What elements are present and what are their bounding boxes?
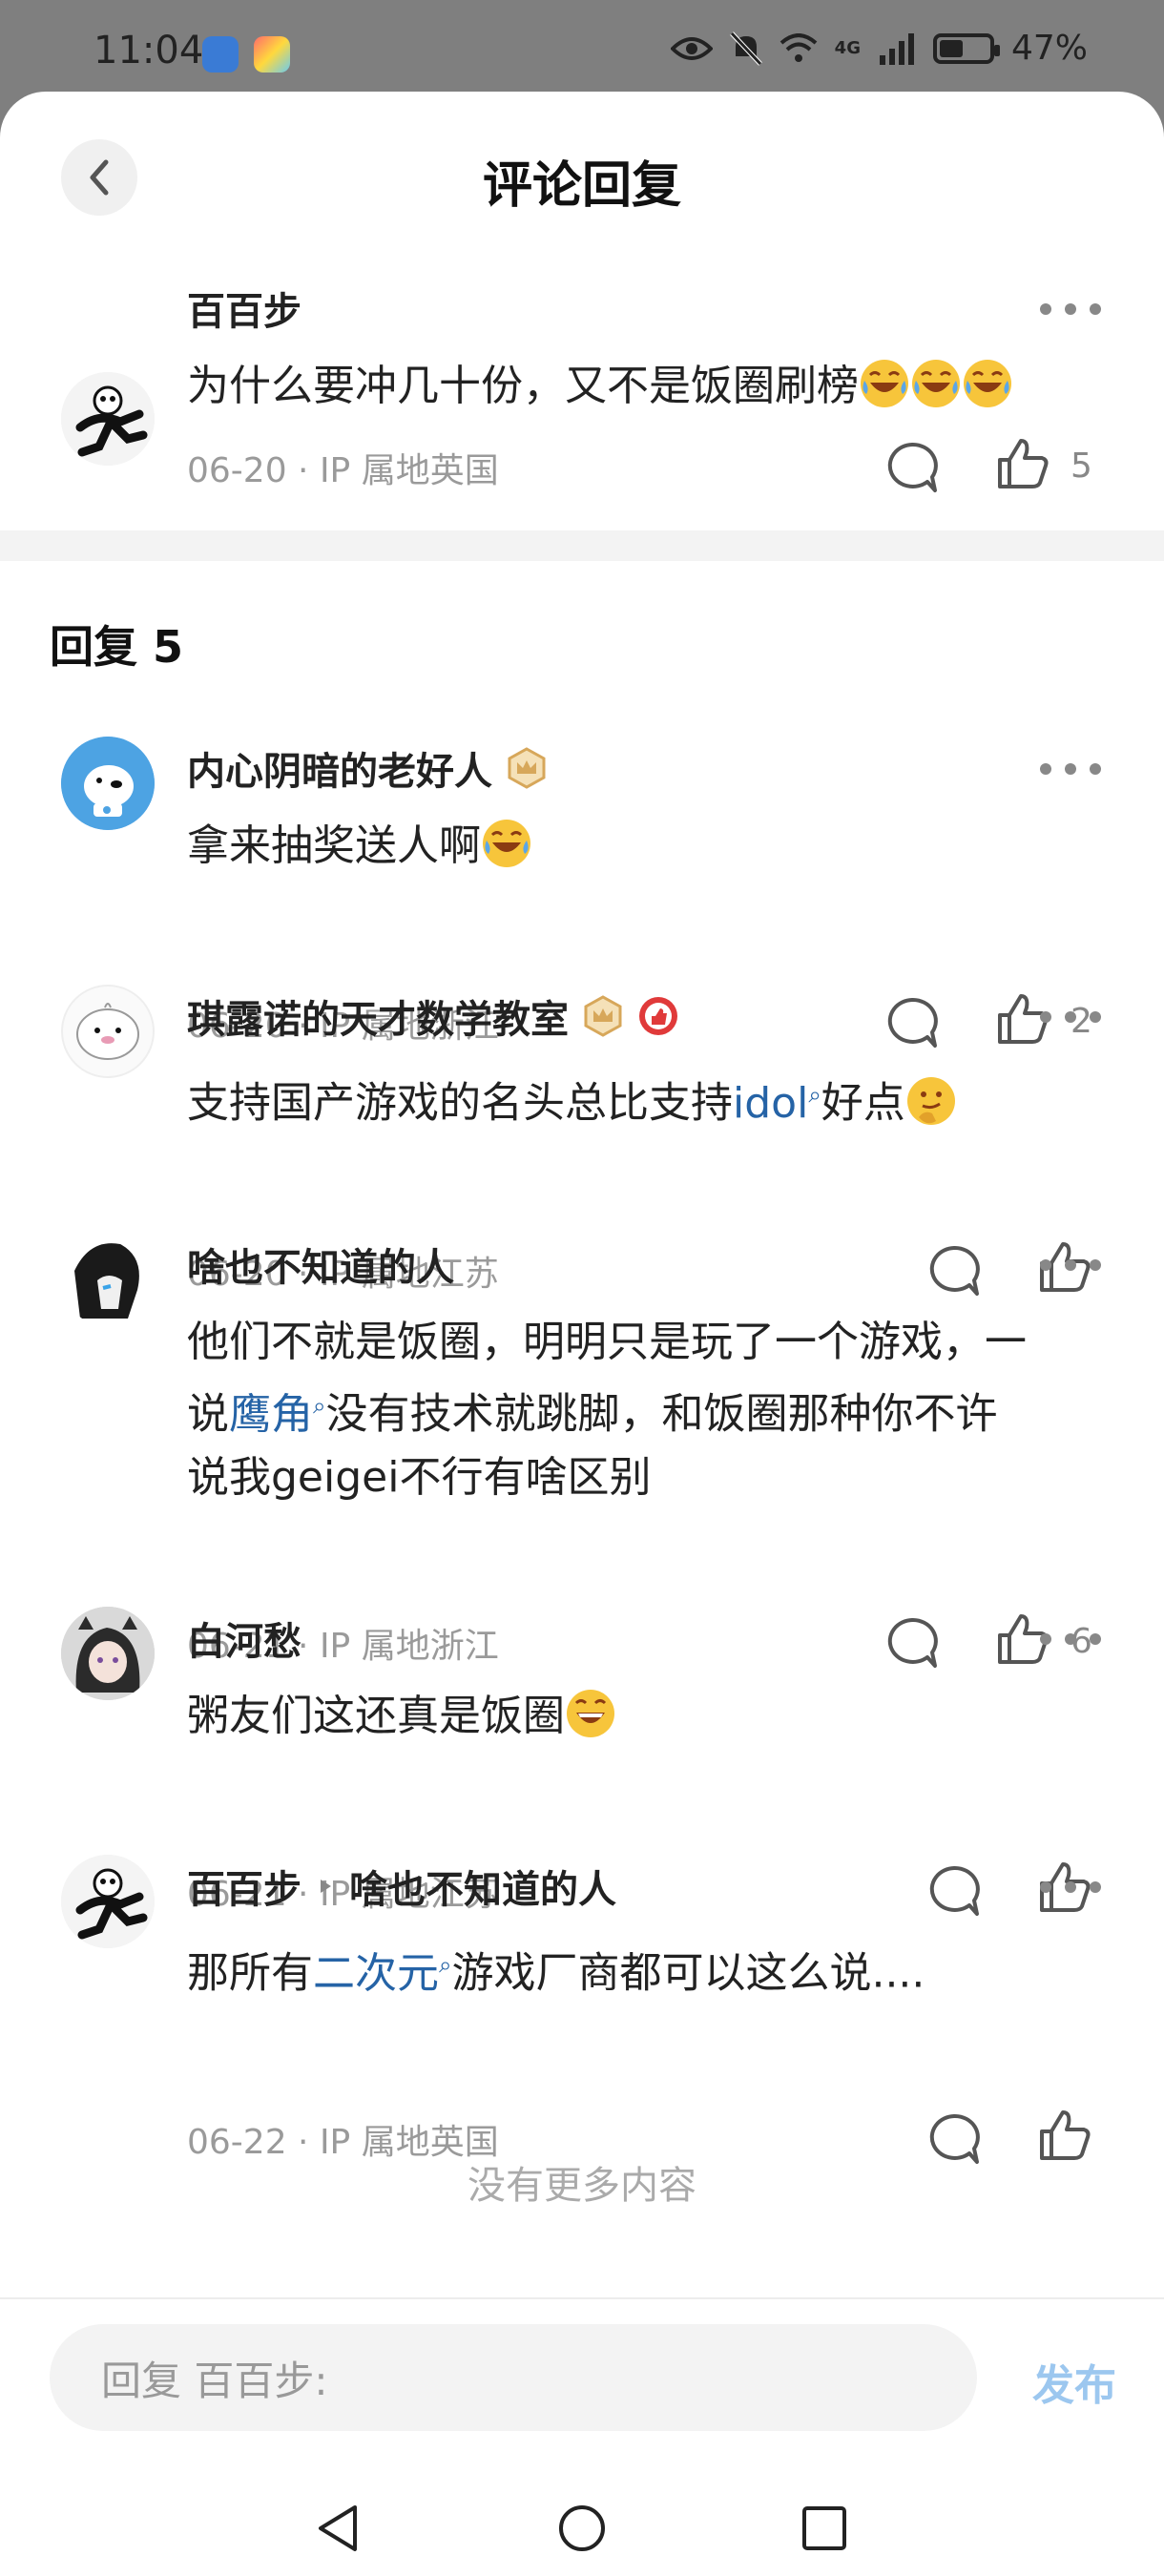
laugh-cry-emoji-icon <box>964 360 1011 407</box>
reply-text: 他们不就是饭圈，明明只是玩了一个游戏，一 说鹰角⌕没有技术就跳脚，和饭圈那种你不… <box>187 1318 1027 1502</box>
anime-dark-hair-avatar-icon <box>61 1233 155 1326</box>
grinning-emoji-icon <box>567 1690 614 1737</box>
battery-icon <box>932 32 1000 64</box>
reply-input-bar: 回复 百百步: 发布 <box>0 2297 1164 2471</box>
battery-percent: 47% <box>1010 29 1088 68</box>
reply-author[interactable]: 内心阴暗的老好人 <box>187 740 548 796</box>
comment-reply-sheet: 评论回复 百百步 为什么要冲几十份，又不是饭圈刷榜 06-20 · IP 属地英… <box>0 92 1164 2576</box>
polar-bear-avatar-icon <box>61 737 155 830</box>
panda-runner-avatar-icon <box>61 372 155 466</box>
more-options-button[interactable] <box>1040 1878 1101 1897</box>
reply-icon[interactable] <box>925 1242 983 1299</box>
reply-author[interactable]: 百百步 <box>187 1859 301 1914</box>
reply-author[interactable]: 啥也不知道的人 <box>187 1236 454 1292</box>
search-icon: ⌕ <box>808 1081 821 1108</box>
avatar[interactable] <box>61 1233 155 1326</box>
system-nav-bar <box>0 2481 1164 2576</box>
avatar[interactable] <box>61 372 155 466</box>
avatar[interactable] <box>61 985 155 1078</box>
reply-to-author[interactable]: 啥也不知道的人 <box>349 1859 616 1914</box>
thinking-emoji-icon <box>906 1076 955 1125</box>
anime-girl-avatar-icon <box>61 1607 155 1700</box>
more-options-button[interactable] <box>1040 1256 1101 1275</box>
comment-author[interactable]: 百百步 <box>187 280 301 336</box>
panda-runner-avatar-icon <box>61 1855 155 1948</box>
reply-arrow-icon <box>321 1880 331 1893</box>
reply-text: 粥友们这还真是饭圈 <box>187 1685 1112 1748</box>
more-options-button[interactable] <box>1040 300 1101 319</box>
comment-meta: 06-20 · IP 属地英国 <box>187 451 499 490</box>
reply-icon[interactable] <box>925 1862 983 1920</box>
eye-icon <box>670 36 713 60</box>
reply-icon[interactable] <box>883 994 941 1051</box>
status-time: 11:04 <box>94 29 204 73</box>
more-options-button[interactable] <box>1040 1630 1101 1649</box>
app-notification-icon <box>202 36 239 73</box>
reply-author[interactable]: 琪露诺的天才数学教室 <box>187 988 679 1044</box>
avatar[interactable] <box>61 1607 155 1700</box>
search-icon: ⌕ <box>439 1951 452 1978</box>
keyword-link[interactable]: 二次元⌕ <box>313 1949 451 1998</box>
more-options-button[interactable] <box>1040 1008 1101 1027</box>
status-icons: 4G 47% <box>670 29 1088 68</box>
reply-input[interactable]: 回复 百百步: <box>50 2324 977 2431</box>
blob-avatar-icon <box>76 1003 139 1060</box>
replies-heading: 回复 5 <box>50 621 184 673</box>
reply-text: 那所有二次元⌕游戏厂商都可以这么说.... <box>187 1948 925 1998</box>
reply-icon[interactable] <box>883 439 941 496</box>
reply-author[interactable]: 白河愁 <box>187 1610 301 1666</box>
search-icon: ⌕ <box>313 1392 326 1419</box>
reply-author-row: 百百步 啥也不知道的人 <box>187 1859 616 1914</box>
reply-text: 支持国产游戏的名头总比支持idol⌕好点 <box>187 1063 1112 1135</box>
network-type: 4G <box>834 38 861 58</box>
section-divider <box>0 530 1164 561</box>
wifi-icon <box>779 32 817 62</box>
thumb-badge-icon <box>639 997 677 1035</box>
nav-recents-icon[interactable] <box>796 2500 853 2557</box>
avatar[interactable] <box>61 737 155 830</box>
keyword-link[interactable]: idol⌕ <box>733 1079 821 1128</box>
comment-text: 为什么要冲几十份，又不是饭圈刷榜 <box>187 355 1112 418</box>
nav-home-icon[interactable] <box>553 2500 611 2557</box>
crown-badge-icon <box>584 995 622 1037</box>
page-title: 评论回复 <box>482 157 681 215</box>
crown-badge-icon <box>508 747 546 789</box>
no-more-content: 没有更多内容 <box>468 2164 696 2208</box>
like-count: 5 <box>1070 447 1092 486</box>
laugh-cry-emoji-icon <box>912 360 960 407</box>
signal-icon <box>879 32 914 65</box>
reply-icon[interactable] <box>883 1614 941 1672</box>
mute-bell-icon <box>729 31 762 66</box>
laugh-cry-emoji-icon <box>483 820 530 867</box>
top-bar: 评论回复 <box>0 92 1164 263</box>
laugh-cry-emoji-icon <box>861 360 908 407</box>
publish-button[interactable]: 发布 <box>1032 2351 1116 2412</box>
more-options-button[interactable] <box>1040 759 1101 779</box>
avatar[interactable] <box>61 1855 155 1948</box>
app-notification-icon <box>254 36 290 73</box>
like-icon[interactable] <box>994 435 1051 492</box>
reply-text: 拿来抽奖送人啊 <box>187 815 1112 878</box>
nav-back-icon[interactable] <box>311 2500 368 2557</box>
status-bar: 11:04 4G 47% <box>0 0 1164 95</box>
keyword-link[interactable]: 鹰角⌕ <box>229 1390 325 1439</box>
